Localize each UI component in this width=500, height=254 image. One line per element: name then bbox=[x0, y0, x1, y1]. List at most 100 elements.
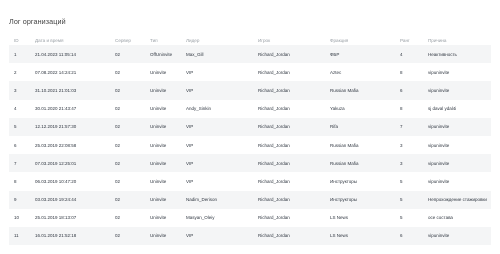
cell-server: 02 bbox=[110, 190, 145, 209]
cell-reason: vipuninvite bbox=[423, 135, 491, 155]
cell-server: 02 bbox=[110, 172, 145, 191]
cell-player: Richard_Jordan bbox=[253, 190, 325, 209]
table-row: 7 07.03.2019 12:25:01 02 Uninvite VIP Richard… bbox=[9, 154, 491, 173]
table-row: 1 21.04.2023 11:05:14 02 OffUninvite Max_Gil… bbox=[9, 45, 491, 64]
column-header-server: Сервер bbox=[115, 37, 131, 43]
cell-datetime: 21.04.2023 11:05:14 bbox=[30, 45, 110, 64]
cell-type: Uninvite bbox=[145, 81, 181, 100]
cell-faction: Russian Mafia bbox=[325, 81, 395, 100]
cell-type: Uninvite bbox=[145, 135, 181, 155]
cell-leader: Masyan_Oleiy bbox=[181, 208, 253, 227]
column-header-type: Тип bbox=[150, 37, 158, 43]
cell-type: Uninvite bbox=[145, 208, 181, 227]
cell-server: 02 bbox=[110, 63, 145, 82]
cell-datetime: 31.10.2021 21:01:03 bbox=[30, 81, 110, 100]
cell-faction: Инструкторы bbox=[325, 190, 395, 209]
cell-reason: Непрохождение стажировки bbox=[423, 190, 491, 209]
cell-id: 1 bbox=[9, 45, 30, 64]
cell-type: OffUninvite bbox=[145, 45, 181, 64]
cell-faction: Инструкторы bbox=[325, 172, 395, 191]
cell-server: 02 bbox=[110, 99, 145, 118]
cell-player: Richard_Jordan bbox=[253, 135, 325, 155]
cell-rank: 5 bbox=[395, 172, 423, 191]
cell-datetime: 03.03.2019 19:24:44 bbox=[30, 190, 110, 209]
cell-reason: vipuninvite bbox=[423, 81, 491, 100]
cell-reason: vipuninvite bbox=[423, 63, 491, 82]
cell-id: 7 bbox=[9, 154, 30, 173]
cell-datetime: 12.12.2019 21:57:30 bbox=[30, 117, 110, 136]
table-row: 2 07.08.2022 14:24:21 02 Uninvite VIP Richard… bbox=[9, 63, 491, 82]
cell-reason: sj daval ydal4i bbox=[423, 99, 491, 118]
cell-leader: VIP bbox=[181, 63, 253, 82]
cell-server: 02 bbox=[110, 154, 145, 173]
cell-reason: vipuninvite bbox=[423, 172, 491, 191]
cell-player: Richard_Jordan bbox=[253, 154, 325, 173]
cell-player: Richard_Jordan bbox=[253, 172, 325, 191]
cell-id: 11 bbox=[9, 226, 30, 246]
table-row: 8 06.03.2019 10:47:20 02 Uninvite VIP Richard… bbox=[9, 172, 491, 191]
cell-type: Uninvite bbox=[145, 99, 181, 118]
column-header-rank: Ранг bbox=[400, 37, 410, 43]
cell-server: 02 bbox=[110, 117, 145, 136]
cell-rank: 6 bbox=[395, 81, 423, 100]
cell-type: Uninvite bbox=[145, 117, 181, 136]
cell-id: 4 bbox=[9, 99, 30, 118]
cell-player: Richard_Jordan bbox=[253, 45, 325, 64]
cell-player: Richard_Jordan bbox=[253, 226, 325, 246]
cell-rank: 5 bbox=[395, 208, 423, 227]
cell-rank: 3 bbox=[395, 135, 423, 155]
cell-reason: осе состава bbox=[423, 208, 491, 227]
cell-reason: vipuninvite bbox=[423, 117, 491, 136]
cell-reason: vipuninvite bbox=[423, 226, 491, 246]
cell-server: 02 bbox=[110, 81, 145, 100]
cell-server: 02 bbox=[110, 45, 145, 64]
cell-leader: Nadim_Derison bbox=[181, 190, 253, 209]
cell-server: 02 bbox=[110, 226, 145, 246]
cell-id: 6 bbox=[9, 135, 30, 155]
org-log-page: Лог организаций ID Дата и время Сервер Т… bbox=[0, 0, 500, 254]
table-row: 6 25.03.2019 22:08:58 02 Uninvite VIP Richard… bbox=[9, 135, 491, 155]
cell-datetime: 30.01.2020 21:43:47 bbox=[30, 99, 110, 118]
cell-faction: LS News bbox=[325, 226, 395, 246]
cell-server: 02 bbox=[110, 135, 145, 155]
cell-reason: vipuninvite bbox=[423, 154, 491, 173]
cell-datetime: 25.03.2019 22:08:58 bbox=[30, 135, 110, 155]
cell-datetime: 07.08.2022 14:24:21 bbox=[30, 63, 110, 82]
cell-datetime: 07.03.2019 12:25:01 bbox=[30, 154, 110, 173]
cell-datetime: 16.01.2019 21:52:18 bbox=[30, 226, 110, 246]
cell-leader: VIP bbox=[181, 117, 253, 136]
cell-faction: Russian Mafia bbox=[325, 154, 395, 173]
cell-player: Richard_Jordan bbox=[253, 117, 325, 136]
cell-rank: 5 bbox=[395, 190, 423, 209]
cell-leader: Max_Gill bbox=[181, 45, 253, 64]
cell-rank: 7 bbox=[395, 117, 423, 136]
cell-player: Richard_Jordan bbox=[253, 81, 325, 100]
cell-leader: VIP bbox=[181, 226, 253, 246]
org-log-table: ID Дата и время Сервер Тип Лидер Игрок Ф… bbox=[9, 35, 491, 246]
cell-type: Uninvite bbox=[145, 63, 181, 82]
cell-id: 5 bbox=[9, 117, 30, 136]
cell-id: 2 bbox=[9, 63, 30, 82]
column-header-faction: Фракция bbox=[330, 37, 349, 43]
table-header-row: ID Дата и время Сервер Тип Лидер Игрок Ф… bbox=[9, 35, 491, 45]
column-header-id: ID bbox=[14, 37, 19, 43]
cell-type: Uninvite bbox=[145, 172, 181, 191]
cell-player: Richard_Jordan bbox=[253, 208, 325, 227]
column-header-reason: Причина bbox=[428, 37, 447, 43]
cell-id: 3 bbox=[9, 81, 30, 100]
cell-player: Richard_Jordan bbox=[253, 99, 325, 118]
table-row: 3 31.10.2021 21:01:03 02 Uninvite VIP Richard… bbox=[9, 81, 491, 100]
cell-faction: Russian Mafia bbox=[325, 135, 395, 155]
cell-rank: 4 bbox=[395, 45, 423, 64]
table-body: 1 21.04.2023 11:05:14 02 OffUninvite Max_Gil… bbox=[9, 45, 491, 246]
cell-reason: Неактивность bbox=[423, 45, 491, 64]
cell-rank: 3 bbox=[395, 154, 423, 173]
cell-leader: VIP bbox=[181, 135, 253, 155]
cell-leader: VIP bbox=[181, 154, 253, 173]
column-header-leader: Лидер bbox=[186, 37, 200, 43]
cell-type: Uninvite bbox=[145, 154, 181, 173]
table-row: 4 30.01.2020 21:43:47 02 Uninvite Andy_Sinki… bbox=[9, 99, 491, 118]
cell-rank: 8 bbox=[395, 99, 423, 118]
cell-faction: Yakuza bbox=[325, 99, 395, 118]
cell-faction: Aztec bbox=[325, 63, 395, 82]
